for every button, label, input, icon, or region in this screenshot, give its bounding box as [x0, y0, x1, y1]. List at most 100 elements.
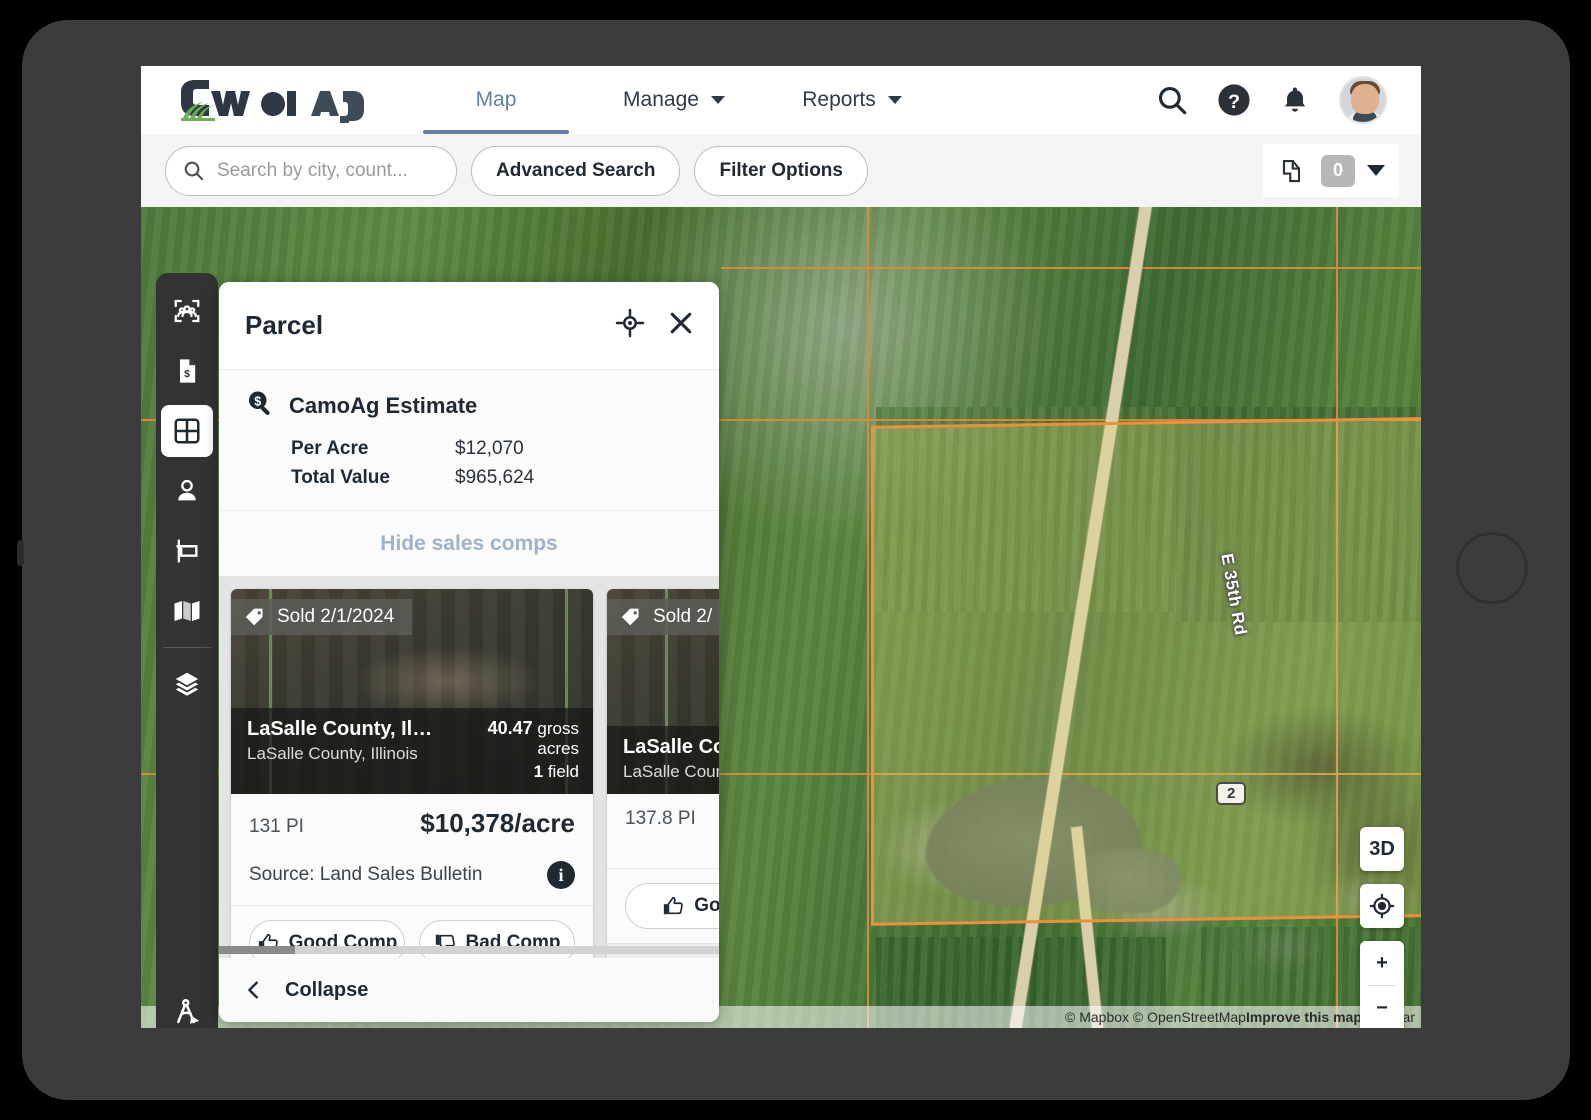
nav-tab-map-label: Map [475, 88, 517, 111]
scrollbar-thumb[interactable] [219, 946, 295, 954]
locate-me-button[interactable] [1360, 884, 1404, 928]
tag-icon [245, 608, 263, 626]
locate-me-icon [1369, 893, 1395, 919]
sales-comps-carousel[interactable]: Sold 2/1/2024 LaSalle County, Illi... La… [219, 577, 719, 958]
valuation-document-icon[interactable]: $ [161, 345, 213, 397]
map-icon[interactable] [161, 585, 213, 637]
toggle-3d-button[interactable]: 3D [1360, 827, 1404, 871]
selected-parcel-polygon[interactable] [871, 416, 1421, 926]
comp-thumbnail: Sold 2/1/2024 LaSalle County, Illi... La… [231, 589, 593, 794]
crosshair-target-icon[interactable] [615, 308, 645, 343]
comp-acres-unit: gross acres [537, 719, 579, 758]
collapse-label: Collapse [285, 978, 369, 1001]
svg-text:$: $ [254, 395, 261, 409]
filter-options-button[interactable]: Filter Options [694, 145, 868, 196]
tablet-device-frame: Map Manage Reports ? Search by city, cou… [17, 20, 1570, 1100]
person-icon[interactable] [161, 465, 213, 517]
nav-tab-map[interactable]: Map [407, 66, 585, 134]
device-home-button [1456, 532, 1528, 604]
sign-flag-icon[interactable] [161, 525, 213, 577]
nav-tab-manage-label: Manage [623, 88, 699, 111]
sold-date-label: Sold 2/1/2024 [277, 606, 395, 627]
layers-icon[interactable] [161, 658, 213, 710]
toggle-sales-comps-button[interactable]: Hide sales comps [219, 511, 719, 577]
collapse-panel-button[interactable]: Collapse [219, 958, 719, 1022]
good-comp-label: Good [694, 895, 719, 916]
device-side-button [17, 540, 24, 566]
improve-this-map-link[interactable]: Improve this map [1246, 1009, 1362, 1025]
estimate-value-total-value: $965,624 [455, 466, 535, 488]
tool-rail: $ [156, 273, 218, 1028]
svg-text:?: ? [1228, 91, 1240, 113]
chevron-left-icon [248, 981, 258, 999]
comp-title: LaSalle County, Illi... [247, 718, 435, 740]
user-avatar[interactable] [1339, 76, 1387, 124]
app-header: Map Manage Reports ? [141, 66, 1421, 134]
route-shield-2: 2 [1216, 782, 1247, 805]
comp-title: LaSalle Co [623, 736, 719, 758]
camoag-estimate-title: CamoAg Estimate [289, 392, 478, 418]
good-comp-button[interactable]: Good [625, 883, 719, 929]
comp-pi-value: 137.8 PI [625, 808, 696, 829]
comp-source: Source: Land Sales Bulletin [249, 864, 483, 885]
main-navigation: Map Manage Reports [407, 66, 941, 134]
parcel-grid-icon[interactable] [161, 405, 213, 457]
comp-overlay: LaSalle Co LaSalle Coun [607, 726, 719, 794]
nav-tab-reports-label: Reports [802, 88, 876, 111]
filter-options-label: Filter Options [719, 159, 843, 181]
panel-title: Parcel [245, 310, 324, 340]
comps-horizontal-scrollbar[interactable] [219, 946, 719, 954]
measure-compass-icon[interactable] [161, 986, 213, 1028]
search-icon[interactable] [1155, 83, 1189, 117]
svg-text:$: $ [184, 368, 190, 380]
selected-parcels-count: 0 [1321, 154, 1355, 187]
advanced-search-button[interactable]: Advanced Search [471, 145, 681, 196]
advanced-search-label: Advanced Search [496, 159, 656, 181]
chevron-down-icon [710, 96, 725, 104]
panel-header: Parcel [219, 282, 719, 370]
zoom-out-button[interactable]: − [1360, 986, 1404, 1028]
divider [163, 647, 211, 648]
map-canvas[interactable]: E 35th Rd N 41st Rd N 41st Rd N 231st Rd… [141, 207, 1421, 1028]
parcel-stack-icon [1282, 159, 1301, 182]
nav-tab-reports[interactable]: Reports [763, 66, 941, 134]
comp-pi-value: 131 PI [249, 816, 304, 837]
header-actions: ? [1155, 76, 1387, 124]
nav-tab-manage[interactable]: Manage [585, 66, 763, 134]
comp-price-per-acre: $10,378/acre [420, 808, 575, 838]
comp-subtitle: LaSalle County, Illinois [247, 744, 418, 763]
tag-icon [621, 608, 639, 626]
comp-fields-unit: field [547, 762, 579, 781]
search-icon [184, 161, 204, 181]
parcel-boundary-line [867, 207, 869, 1028]
magnifier-dollar-icon: $ [245, 388, 275, 423]
thumbs-up-icon [664, 896, 684, 915]
estimate-label-per-acre: Per Acre [291, 438, 369, 459]
estimate-label-total-value: Total Value [291, 466, 390, 488]
selected-parcels-dropdown[interactable]: 0 [1263, 144, 1399, 197]
map-controls: 3D + − [1360, 827, 1404, 1028]
zoom-controls: + − [1360, 941, 1404, 1028]
comp-acres-value: 40.47 [487, 718, 533, 738]
sold-date-label: Sold 2/ [653, 606, 713, 627]
help-icon[interactable]: ? [1217, 83, 1251, 117]
notifications-bell-icon[interactable] [1279, 83, 1311, 117]
comp-subtitle: LaSalle Coun [623, 762, 719, 781]
search-input-placeholder: Search by city, count... [217, 159, 408, 181]
estimate-row-total-value: Total Value $965,624 [291, 464, 693, 493]
attribution-before: © Mapbox © OpenStreetMap [1065, 1009, 1246, 1025]
close-icon[interactable] [667, 309, 695, 342]
parcel-boundary-line [721, 267, 1421, 269]
zoom-in-button[interactable]: + [1360, 941, 1404, 985]
comp-card[interactable]: Sold 2/1/2024 LaSalle County, Illi... La… [231, 589, 593, 958]
parcel-detail-panel: Parcel $ CamoAg Estimate Per Acre $12,07… [219, 282, 719, 1022]
search-input[interactable]: Search by city, count... [165, 145, 457, 196]
comp-overlay: LaSalle County, Illi... LaSalle County, … [231, 708, 593, 794]
comp-fields-value: 1 [533, 762, 544, 781]
camoag-logo[interactable] [179, 77, 375, 123]
parcel-owners-icon[interactable] [161, 285, 213, 337]
chevron-down-icon [887, 96, 902, 104]
info-icon[interactable]: i [547, 861, 575, 889]
comp-thumbnail: Sold 2/ LaSalle Co LaSalle Coun [607, 589, 719, 794]
comp-card[interactable]: Sold 2/ LaSalle Co LaSalle Coun 137.8 PI… [607, 589, 719, 958]
